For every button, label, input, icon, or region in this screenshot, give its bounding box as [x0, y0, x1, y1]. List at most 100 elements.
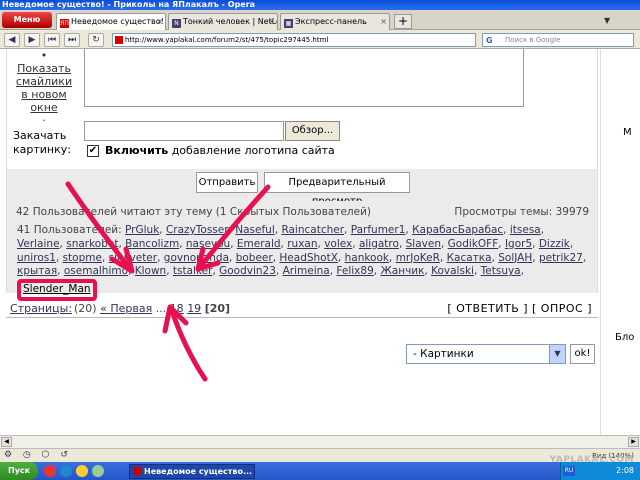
browse-button[interactable]: Обзор...: [285, 121, 340, 141]
pagination: Страницы: (20) « Первая ... 18 19 [20] […: [6, 299, 598, 317]
page-19-link[interactable]: 19: [187, 302, 201, 315]
tab-list-icon[interactable]: ▼: [604, 16, 610, 25]
online-user-link[interactable]: Naseful: [235, 224, 275, 236]
close-tab-icon[interactable]: ×: [156, 14, 163, 29]
tab-netlore[interactable]: N Тонкий человек | NetLo... ×: [168, 13, 278, 30]
online-user-link[interactable]: Verlaine: [17, 238, 60, 250]
sidebar-text-blo: Бло: [615, 332, 635, 343]
rewind-button[interactable]: ⏮: [44, 33, 60, 47]
right-sidebar: M Бло: [600, 49, 640, 435]
logo-checkbox[interactable]: ✔: [87, 145, 99, 157]
search-placeholder: Поиск в Google: [505, 36, 561, 44]
online-user-link[interactable]: КарабасБарабас: [412, 224, 503, 236]
sidebar-text-m: M: [623, 127, 632, 138]
back-button[interactable]: ◀: [4, 33, 20, 47]
page-ellipsis: ...: [155, 302, 167, 315]
online-user-link[interactable]: Dizzik: [539, 238, 570, 250]
online-user-link[interactable]: SolJAH: [498, 252, 532, 264]
online-user-link[interactable]: hankook: [345, 252, 389, 264]
online-user-link[interactable]: tstalker: [173, 265, 213, 277]
status-tools-icon[interactable]: ⚙ ◷ ⬡ ↺: [4, 450, 72, 460]
online-user-link[interactable]: ruxan: [287, 238, 317, 250]
opera-window-icon: [133, 467, 141, 475]
show-smileys-link[interactable]: Показать смайлики в новом окне: [16, 62, 72, 114]
online-user-link[interactable]: bobeer: [236, 252, 273, 264]
forward-button[interactable]: ▶: [24, 33, 40, 47]
online-user-link[interactable]: PrGluk: [125, 224, 159, 236]
navigation-bar: ◀ ▶ ⏮ ⏭ ↻ http://www.yaplakal.com/forum2…: [0, 30, 640, 49]
submit-button[interactable]: Отправить: [196, 172, 258, 193]
jump-ok-button[interactable]: ok!: [570, 344, 595, 364]
online-user-link[interactable]: itsesa: [510, 224, 541, 236]
opera-menu-button[interactable]: Меню: [2, 12, 52, 28]
online-user-link[interactable]: naseyou: [186, 238, 230, 250]
online-user-link[interactable]: Жанчик: [380, 265, 424, 277]
media-quicklaunch-icon[interactable]: [92, 465, 104, 477]
online-user-link[interactable]: osemalhimo: [64, 265, 128, 277]
close-tab-icon[interactable]: ×: [268, 14, 275, 29]
fast-forward-button[interactable]: ⏭: [64, 33, 80, 47]
online-user-link[interactable]: Tetsuya: [481, 265, 521, 277]
online-user-link[interactable]: крытая: [17, 265, 57, 277]
logo-label-bold: Включить: [105, 144, 169, 157]
online-user-link[interactable]: Raincatcher: [281, 224, 344, 236]
taskbar-opera-window[interactable]: Неведомое существо...: [129, 464, 255, 479]
tab-speed-dial[interactable]: ▦ Экспресс-панель ×: [280, 13, 390, 30]
address-url: http://www.yaplakal.com/forum2/st/475/to…: [125, 36, 329, 44]
ie-quicklaunch-icon[interactable]: [60, 465, 72, 477]
scroll-right-icon[interactable]: ▶: [628, 437, 639, 447]
taskbar: Пуск Неведомое существо... RU 2:08: [0, 462, 640, 480]
horizontal-scrollbar[interactable]: ◀ ▶: [0, 435, 640, 448]
online-prefix: 41 Пользователей:: [17, 224, 122, 236]
page-count: (20): [74, 302, 97, 315]
online-user-link[interactable]: snarkobot: [66, 238, 118, 250]
folder-quicklaunch-icon[interactable]: [76, 465, 88, 477]
message-textarea[interactable]: [84, 49, 524, 107]
new-tab-button[interactable]: +: [394, 14, 412, 29]
clock: 2:08: [616, 466, 634, 475]
online-user-link[interactable]: GodikOFF: [448, 238, 499, 250]
online-user-link[interactable]: Felix89: [336, 265, 373, 277]
online-user-link[interactable]: stopme: [63, 252, 102, 264]
online-user-link[interactable]: Parfumer1: [351, 224, 406, 236]
online-user-link[interactable]: petrik27: [539, 252, 583, 264]
online-user-link[interactable]: Klown: [135, 265, 166, 277]
reload-button[interactable]: ↻: [88, 33, 104, 47]
online-user-link[interactable]: Igor5: [505, 238, 532, 250]
highlighted-user-link[interactable]: Slender_Man: [17, 279, 97, 301]
language-indicator[interactable]: RU: [563, 466, 575, 476]
online-user-link[interactable]: Arimeina: [283, 265, 330, 277]
online-user-link[interactable]: govnopanda: [164, 252, 229, 264]
online-user-link[interactable]: aligatro: [359, 238, 399, 250]
reply-poll-actions[interactable]: [ ОТВЕТИТЬ ] [ ОПРОС ]: [447, 302, 592, 315]
start-button[interactable]: Пуск: [0, 462, 38, 480]
first-page-link[interactable]: « Первая: [100, 302, 152, 315]
search-input[interactable]: G Поиск в Google: [482, 33, 634, 47]
online-user-link[interactable]: volex: [324, 238, 352, 250]
online-user-link[interactable]: CrazyTosser: [166, 224, 229, 236]
online-user-link[interactable]: HeadShotX: [279, 252, 338, 264]
address-bar[interactable]: http://www.yaplakal.com/forum2/st/475/to…: [112, 33, 476, 47]
preview-button[interactable]: Предварительный просмотр: [264, 172, 410, 207]
page-links: (20) « Первая ... 18 19 [20]: [74, 302, 230, 315]
form-buttons: Отправить Предварительный просмотр: [6, 169, 598, 207]
scroll-left-icon[interactable]: ◀: [1, 437, 12, 447]
file-path-input[interactable]: [84, 121, 284, 141]
online-user-link[interactable]: Emerald: [237, 238, 281, 250]
online-user-link[interactable]: uniros1: [17, 252, 56, 264]
page-18-link[interactable]: 18: [170, 302, 184, 315]
close-tab-icon[interactable]: ×: [380, 14, 387, 29]
pages-label: Страницы:: [10, 302, 73, 315]
online-user-link[interactable]: mrJoKeR: [396, 252, 440, 264]
online-user-link[interactable]: Kovalski: [431, 265, 474, 277]
forum-jump-select[interactable]: - Картинки ▼: [406, 344, 566, 364]
online-user-link[interactable]: Slaven: [406, 238, 441, 250]
online-user-link[interactable]: Bancolizm: [125, 238, 179, 250]
online-user-link[interactable]: sinijveter: [109, 252, 157, 264]
opera-quicklaunch-icon[interactable]: [44, 465, 56, 477]
chevron-down-icon[interactable]: ▼: [549, 345, 565, 363]
online-user-link[interactable]: Goodvin23: [219, 265, 276, 277]
taskbar-window-label: Неведомое существо...: [144, 467, 253, 476]
tab-current[interactable]: ЯПНеведомое существо! -... ×: [56, 13, 166, 30]
online-user-link[interactable]: Касатка: [447, 252, 492, 264]
